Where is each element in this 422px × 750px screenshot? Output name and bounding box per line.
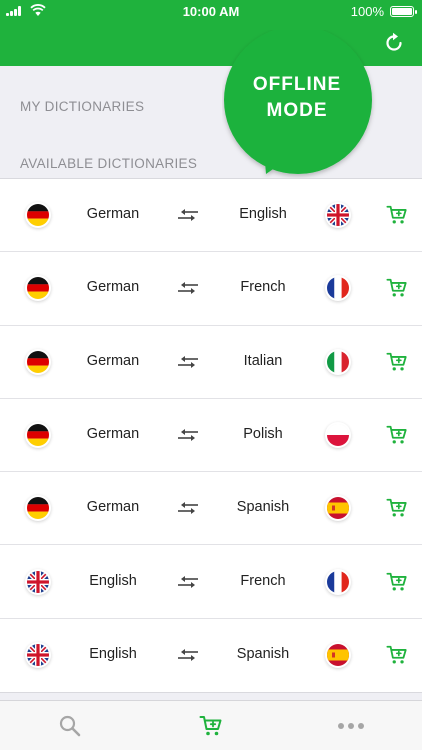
germany-flag-icon: [27, 497, 49, 520]
buy-dictionary-cart-icon[interactable]: [386, 351, 408, 373]
target-language: Polish: [243, 426, 283, 443]
swap-arrows-icon: [177, 574, 199, 590]
dictionary-list: German English German French German Italian Ge…: [0, 178, 422, 694]
germany-flag-icon: [27, 424, 49, 447]
italy-flag-icon: [327, 350, 349, 373]
dictionary-row[interactable]: German Spanish: [0, 472, 422, 546]
source-language: German: [86, 279, 140, 296]
offline-mode-badge: OFFLINE MODE: [222, 30, 378, 178]
buy-dictionary-cart-icon[interactable]: [386, 497, 408, 519]
source-language: English: [89, 572, 137, 589]
spain-flag-icon: [327, 497, 349, 520]
buy-dictionary-cart-icon[interactable]: [386, 424, 408, 446]
france-flag-icon: [327, 277, 349, 300]
swap-arrows-icon: [177, 500, 199, 516]
dictionary-row[interactable]: English Spanish: [0, 619, 422, 692]
status-bar: 10:00 AM 100%: [0, 0, 422, 22]
source-language: German: [86, 499, 140, 516]
search-icon[interactable]: [58, 714, 82, 738]
target-language: Italian: [243, 352, 283, 369]
buy-dictionary-cart-icon[interactable]: [386, 277, 408, 299]
buy-dictionary-cart-icon[interactable]: [386, 571, 408, 593]
source-language: German: [86, 426, 140, 443]
swap-arrows-icon: [177, 427, 199, 443]
uk-flag-icon: [327, 204, 349, 227]
uk-flag-icon: [27, 644, 49, 667]
source-language: German: [86, 206, 140, 223]
cart-icon[interactable]: [199, 714, 223, 738]
france-flag-icon: [327, 570, 349, 593]
target-language: Spanish: [236, 499, 290, 516]
poland-flag-icon: [327, 424, 349, 447]
battery-percentage: 100%: [350, 4, 384, 19]
spain-flag-icon: [327, 644, 349, 667]
dictionary-row[interactable]: German English: [0, 179, 422, 253]
germany-flag-icon: [27, 277, 49, 300]
battery-icon: [390, 6, 417, 17]
buy-dictionary-cart-icon[interactable]: [386, 644, 408, 666]
germany-flag-icon: [27, 350, 49, 373]
target-language: English: [239, 206, 287, 223]
target-language: Spanish: [236, 646, 290, 663]
dictionary-row[interactable]: German Italian: [0, 326, 422, 399]
tab-bar: [0, 700, 422, 750]
dictionary-row[interactable]: German Polish: [0, 399, 422, 473]
more-dots-icon[interactable]: [336, 714, 366, 738]
refresh-icon[interactable]: [382, 31, 406, 55]
target-language: French: [240, 572, 286, 589]
swap-arrows-icon: [177, 207, 199, 223]
available-dictionaries-header: AVAILABLE DICTIONARIES: [20, 156, 198, 171]
source-language: English: [89, 646, 137, 663]
target-language: French: [240, 279, 286, 296]
swap-arrows-icon: [177, 280, 199, 296]
offline-badge-line2: MODE: [266, 100, 328, 121]
swap-arrows-icon: [177, 647, 199, 663]
germany-flag-icon: [27, 204, 49, 227]
dictionary-row[interactable]: English French: [0, 545, 422, 619]
buy-dictionary-cart-icon[interactable]: [386, 204, 408, 226]
swap-arrows-icon: [177, 354, 199, 370]
offline-badge-line1: OFFLINE: [252, 74, 342, 95]
source-language: German: [86, 352, 140, 369]
dictionary-row[interactable]: German French: [0, 252, 422, 326]
uk-flag-icon: [27, 570, 49, 593]
my-dictionaries-header: MY DICTIONARIES: [20, 99, 145, 114]
